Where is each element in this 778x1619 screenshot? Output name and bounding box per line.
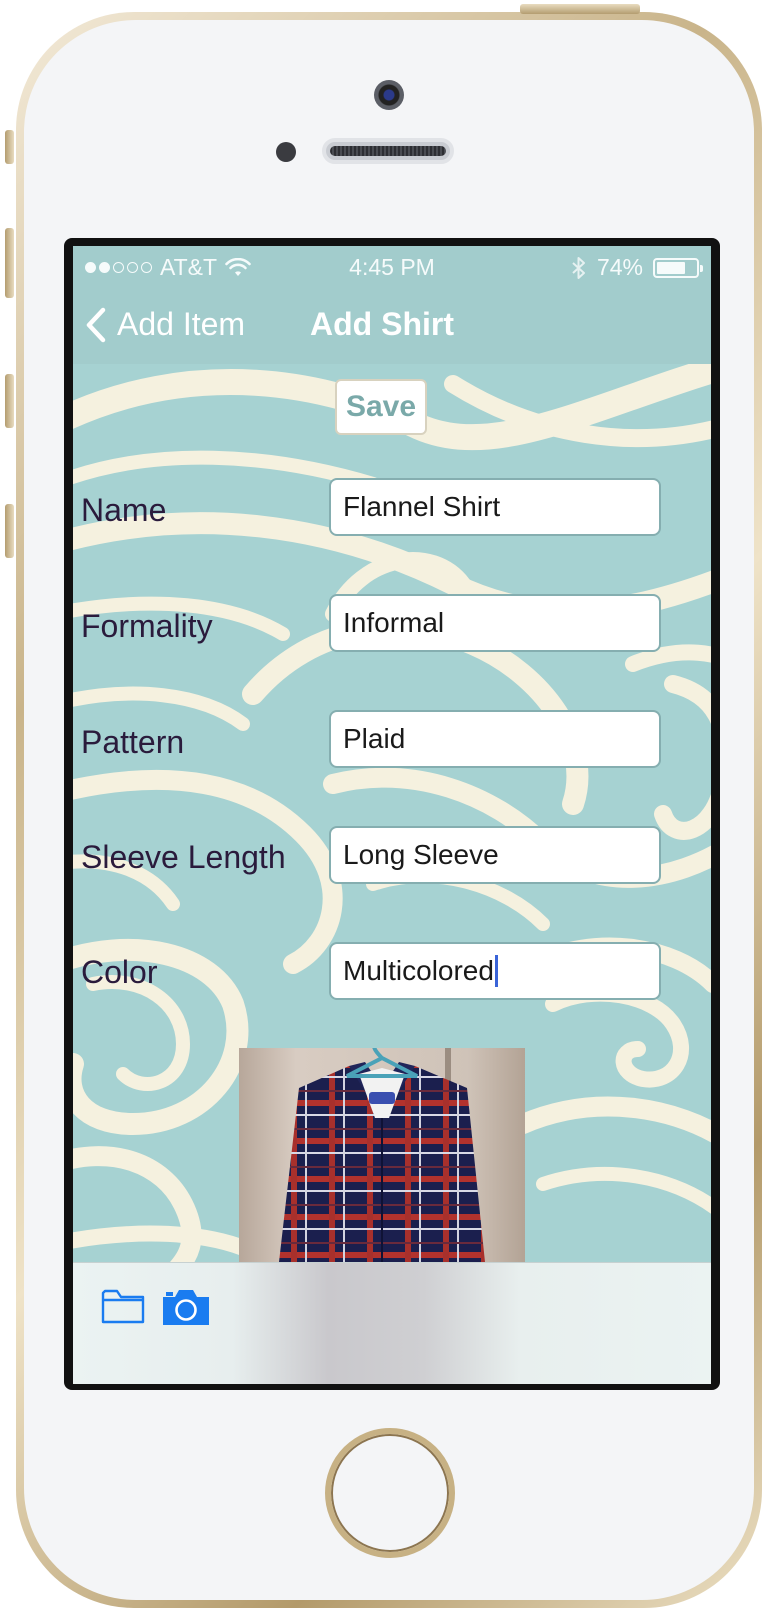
side-button <box>5 504 14 558</box>
sleeve-length-input-value: Long Sleeve <box>343 839 499 870</box>
volume-up-button <box>5 228 14 298</box>
back-button-label: Add Item <box>117 306 246 342</box>
name-input[interactable]: Flannel Shirt <box>329 478 661 536</box>
home-button[interactable] <box>325 1428 455 1558</box>
field-label-pattern: Pattern <box>81 724 185 760</box>
chevron-left-icon <box>86 307 106 342</box>
power-button <box>520 4 640 14</box>
volume-down-button <box>5 374 14 428</box>
folder-icon[interactable] <box>101 1287 145 1325</box>
field-label-formality: Formality <box>81 608 213 644</box>
battery-level-fill <box>657 261 685 274</box>
shirt-photo <box>239 1048 525 1262</box>
status-right: 74% <box>571 254 703 281</box>
navigation-bar: Add Item Add Shirt <box>73 286 711 364</box>
battery-icon <box>653 257 703 278</box>
formality-input[interactable]: Informal <box>329 594 661 652</box>
screen: AT&T 4:45 PM 74% Add Item Add Shirt Save… <box>73 246 711 1384</box>
plaid-shirt-image <box>279 1048 485 1262</box>
field-label-color: Color <box>81 954 158 990</box>
camera-icon[interactable] <box>161 1287 211 1327</box>
mute-switch <box>5 130 14 164</box>
sleeve-length-input[interactable]: Long Sleeve <box>329 826 661 884</box>
color-input-value: Multicolored <box>343 955 494 986</box>
bottom-toolbar <box>73 1262 711 1384</box>
formality-input-value: Informal <box>343 607 445 638</box>
pattern-input[interactable]: Plaid <box>329 710 661 768</box>
page-title: Add Shirt <box>310 306 454 342</box>
pattern-input-value: Plaid <box>343 723 406 754</box>
front-camera <box>374 80 404 110</box>
proximity-sensor <box>276 142 296 162</box>
form-content: Save Name Flannel Shirt Formality Inform… <box>73 364 711 1262</box>
text-cursor <box>494 955 498 987</box>
back-button[interactable]: Add Item <box>85 306 245 343</box>
name-input-value: Flannel Shirt <box>343 491 501 522</box>
earpiece-speaker <box>322 138 454 164</box>
bluetooth-icon <box>572 256 585 279</box>
status-bar: AT&T 4:45 PM 74% <box>73 246 711 286</box>
save-button[interactable]: Save <box>335 379 427 435</box>
battery-percent: 74% <box>596 254 643 280</box>
color-input[interactable]: Multicolored <box>329 942 661 1000</box>
field-label-name: Name <box>81 492 167 528</box>
field-label-sleeve-length: Sleeve Length <box>81 839 286 875</box>
